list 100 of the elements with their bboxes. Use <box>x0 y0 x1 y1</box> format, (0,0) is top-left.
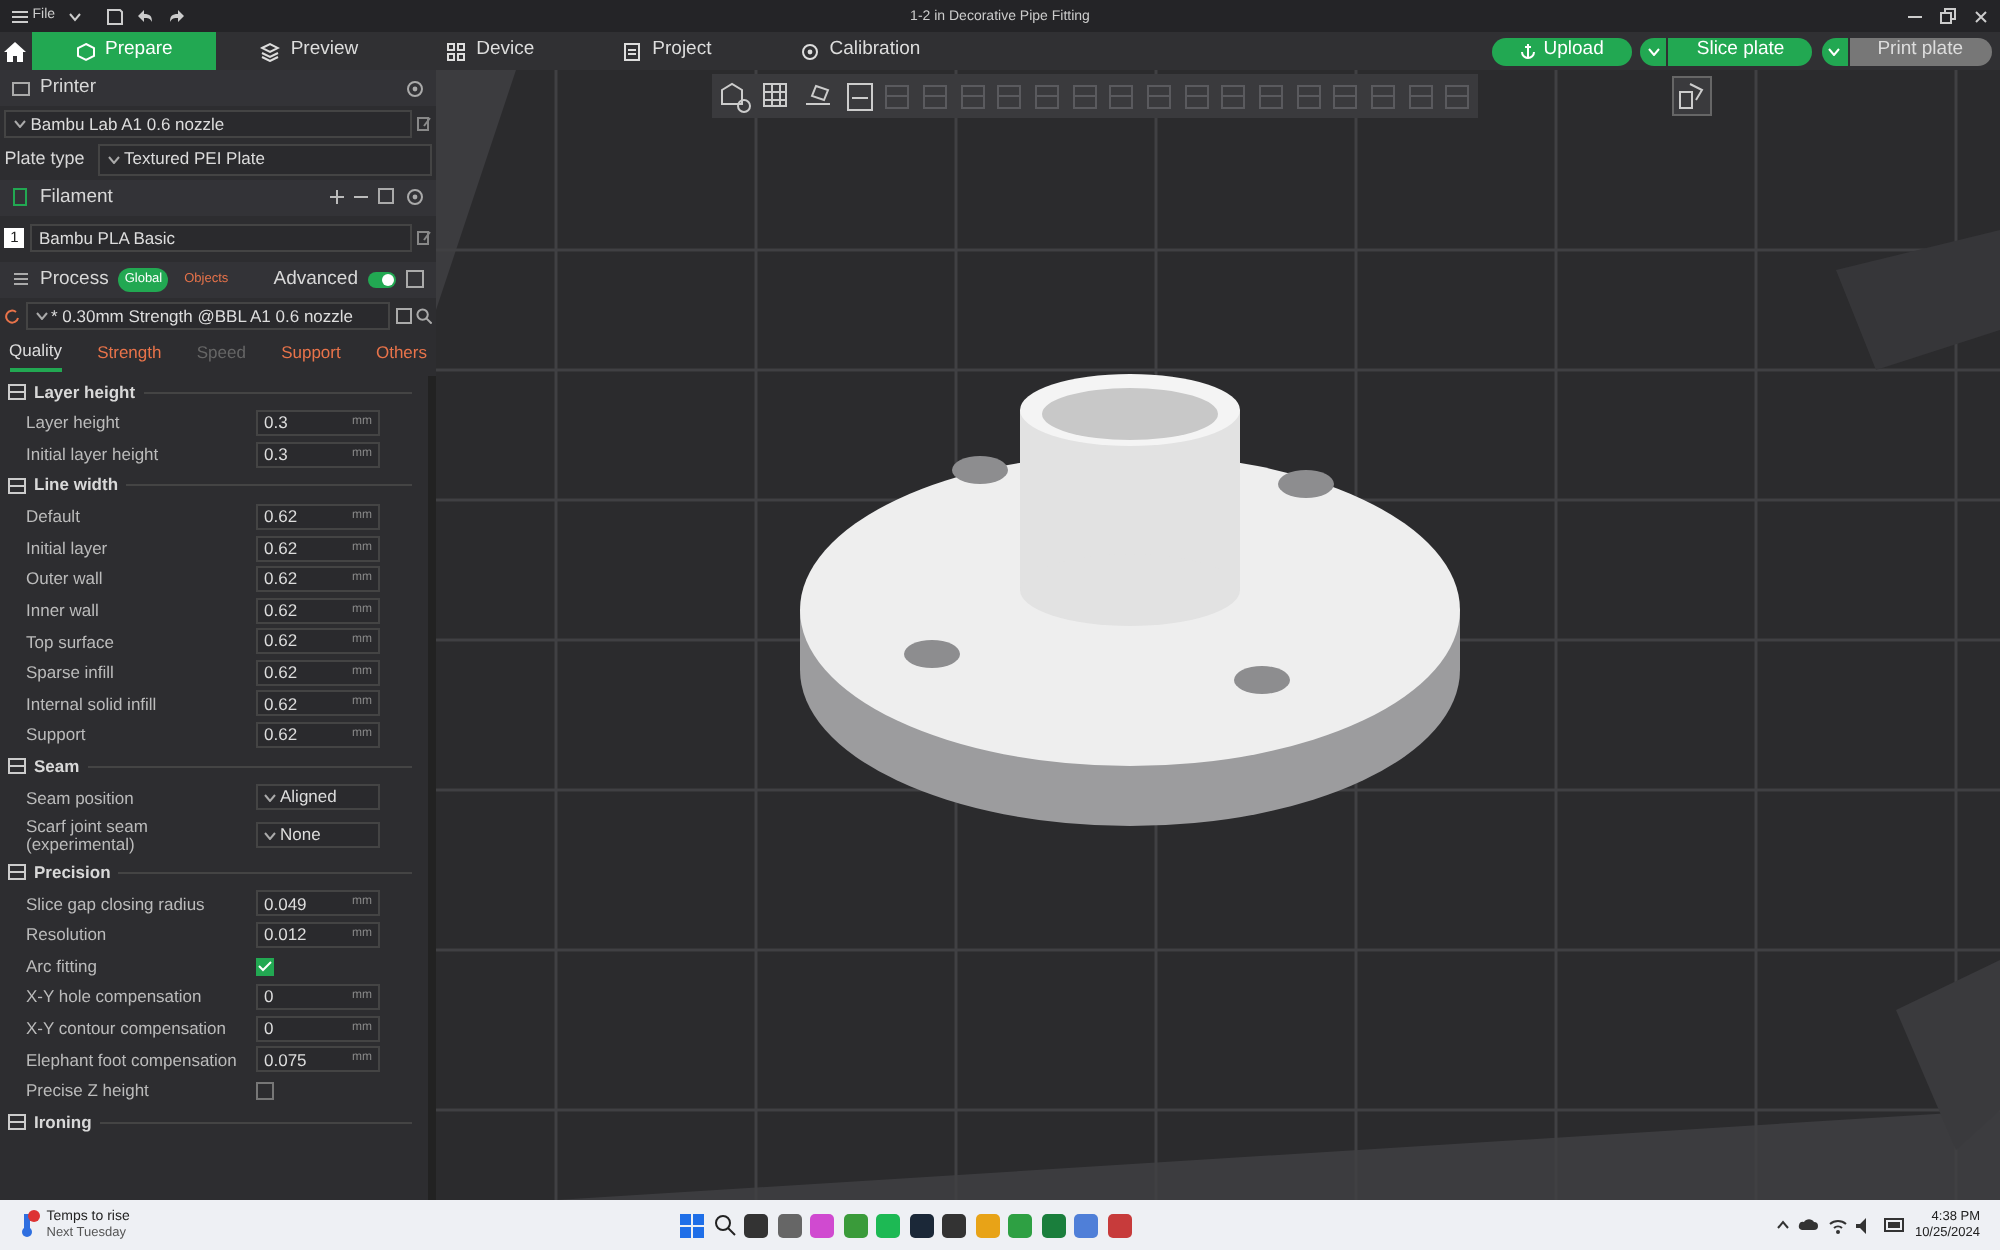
setting-label: Initial layer height <box>26 445 161 463</box>
layout-icon[interactable] <box>841 79 875 113</box>
tab[interactable]: Calibration <box>755 32 965 70</box>
chevron-icon[interactable] <box>1775 1220 1790 1230</box>
field-value: 0.62 <box>264 597 298 624</box>
caret-icon <box>108 155 121 163</box>
setting-label: Top surface <box>26 633 116 651</box>
settings-tab[interactable]: Others <box>375 334 427 372</box>
field-value: 0.075 <box>264 1047 307 1073</box>
battery-icon[interactable] <box>1883 1218 1906 1232</box>
process-dropdown[interactable]: * 0.30mm Strength @BBL A1 0.6 nozzle <box>25 302 391 330</box>
group-icon <box>8 477 26 494</box>
plate-dropdown[interactable]: Textured PEI Plate <box>98 143 432 175</box>
setting-label: Sparse infill <box>26 664 116 682</box>
group-title: Precision <box>34 859 111 886</box>
checkmark-icon <box>258 960 272 973</box>
tool-icon <box>1256 81 1286 111</box>
checkbox[interactable] <box>256 957 274 976</box>
setting-label: Slice gap closing radius <box>26 895 207 913</box>
thermometer-icon <box>20 1210 42 1239</box>
setting-label: Internal solid infill <box>26 695 159 713</box>
field-value: 0 <box>264 1015 274 1042</box>
group-title: Layer height <box>34 379 136 405</box>
wifi-icon[interactable] <box>1827 1217 1848 1233</box>
setting-label: Elephant foot compensation <box>26 1051 239 1069</box>
settings-tab[interactable]: Strength <box>97 334 162 372</box>
add-cube-icon[interactable] <box>718 79 752 113</box>
close-icon[interactable] <box>1974 9 1988 23</box>
setting-label: Scarf joint seam (experimental) <box>26 818 150 853</box>
tool-icon <box>1032 81 1062 111</box>
setting-label: Inner wall <box>26 601 101 619</box>
setting-label: Layer height <box>26 414 122 432</box>
caret-icon <box>1647 47 1660 55</box>
tool-icon <box>1144 81 1174 111</box>
tool-icon <box>994 81 1025 111</box>
group-title: Seam <box>34 753 80 780</box>
reset-icon[interactable] <box>4 308 21 324</box>
tool-icon <box>920 81 950 111</box>
tool-icon <box>1218 81 1248 111</box>
filament-dropdown[interactable]: Bambu PLA Basic <box>29 224 411 253</box>
field-value: 0 <box>264 984 274 1011</box>
setting-label: Arc fitting <box>26 957 99 975</box>
restore-icon[interactable] <box>1940 8 1956 24</box>
dropdown-button[interactable] <box>1821 37 1848 65</box>
undo-icon[interactable] <box>136 8 155 24</box>
dropdown-button[interactable] <box>1640 37 1667 65</box>
app-icon[interactable] <box>744 1213 768 1237</box>
tool-icon <box>1181 81 1211 111</box>
app-icon[interactable] <box>942 1213 966 1237</box>
app-icon[interactable] <box>909 1213 933 1237</box>
field-value: 0.049 <box>264 891 307 917</box>
group-icon <box>8 384 26 401</box>
setting-label: Initial layer <box>26 539 110 557</box>
search-icon[interactable] <box>415 308 432 324</box>
section-title: Filament <box>40 183 113 212</box>
setting-label: Resolution <box>26 926 109 944</box>
setting-label: X-Y hole compensation <box>26 988 204 1006</box>
preset-dropdown[interactable]: Bambu Lab A1 0.6 nozzle <box>4 110 411 139</box>
cloud-icon[interactable] <box>1798 1218 1819 1232</box>
field-value: 0.3 <box>264 441 288 468</box>
field-value: 0.62 <box>264 566 298 592</box>
document-icon <box>622 41 643 61</box>
field-value: 0.62 <box>264 660 298 686</box>
field-value: 0.62 <box>264 722 298 748</box>
field-label: Plate type <box>4 145 85 172</box>
tool-icon <box>1106 81 1137 111</box>
select-field[interactable]: None <box>256 822 380 849</box>
caret-icon <box>264 831 276 840</box>
tool-icon <box>957 81 987 111</box>
tool-icon <box>1367 81 1398 111</box>
edit-icon[interactable] <box>415 230 432 247</box>
tool-icon <box>1442 81 1472 111</box>
tab[interactable]: Preview <box>216 32 403 70</box>
advanced-switch[interactable] <box>368 271 396 288</box>
select-field[interactable]: Aligned <box>256 784 380 811</box>
tool-icon <box>882 81 913 111</box>
settings-tab[interactable]: Quality <box>9 334 62 372</box>
toolbar-icon[interactable] <box>1672 76 1712 116</box>
layers-icon <box>260 41 281 61</box>
tool-icon <box>1405 81 1435 111</box>
home-icon[interactable] <box>4 41 27 61</box>
search-icon[interactable] <box>713 1214 735 1236</box>
group-title: Ironing <box>34 1109 92 1135</box>
caret-icon <box>35 312 47 320</box>
group-title: Line width <box>34 472 119 499</box>
tab[interactable]: Device <box>402 32 579 70</box>
settings-tab[interactable]: Support <box>281 334 341 372</box>
tab[interactable]: Project <box>578 32 756 70</box>
redo-icon[interactable] <box>168 8 187 24</box>
checkbox[interactable] <box>256 1082 274 1101</box>
tool-icon <box>1330 81 1360 111</box>
group-icon <box>8 1114 26 1131</box>
start-icon[interactable] <box>680 1213 704 1237</box>
plus-icon[interactable] <box>330 190 344 205</box>
edit-icon[interactable] <box>415 116 432 133</box>
anchor-icon <box>1519 42 1536 60</box>
add-plate-icon[interactable] <box>759 79 793 113</box>
menu-icon[interactable] <box>12 9 28 23</box>
section-title: Process <box>40 265 109 294</box>
setting-label: Support <box>26 726 88 744</box>
